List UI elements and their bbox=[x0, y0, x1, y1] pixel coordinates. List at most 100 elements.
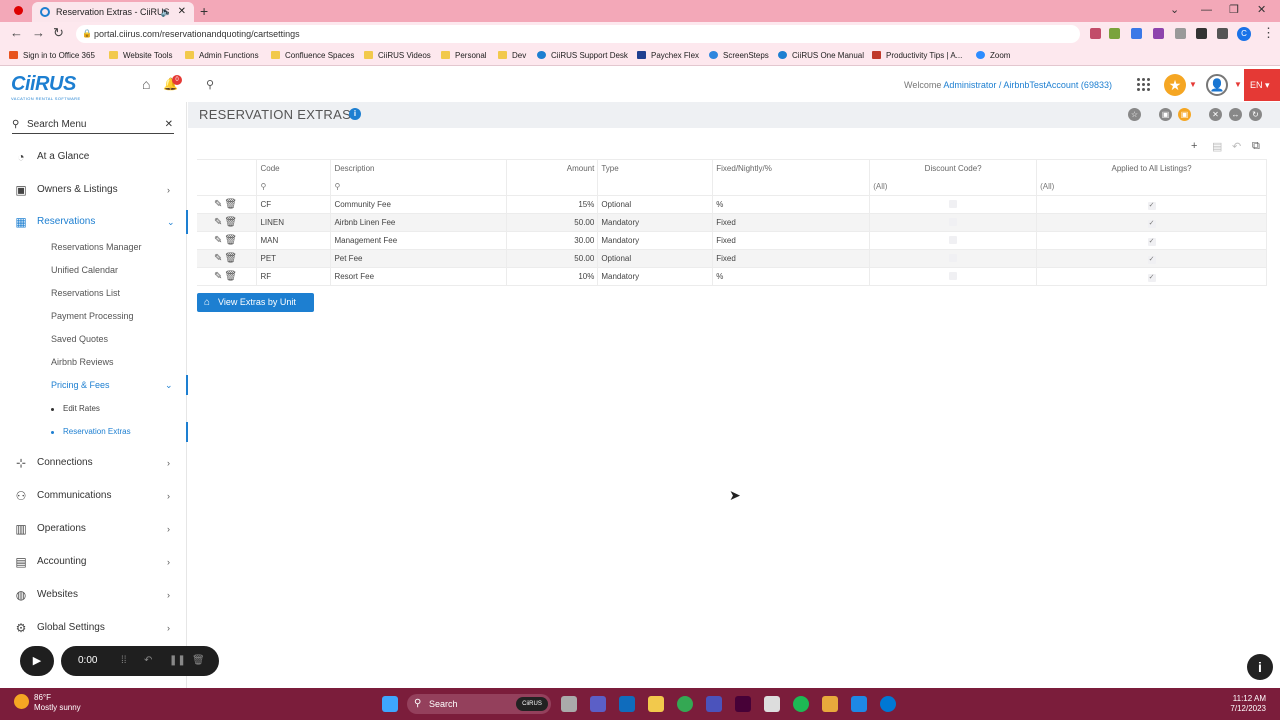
bookmark-office365[interactable]: Sign in to Office 365 bbox=[9, 46, 95, 66]
ciirus-logo[interactable]: CiiRUS VACATION RENTAL SOFTWARE bbox=[11, 73, 99, 101]
filter-code[interactable]: ⚲ bbox=[256, 177, 332, 196]
tab-search-chevron-icon[interactable]: ⌄ bbox=[1170, 0, 1179, 20]
refresh-icon[interactable]: ↻ bbox=[1249, 108, 1262, 121]
minimize-button[interactable]: — bbox=[1201, 0, 1212, 20]
help-info-icon[interactable]: i bbox=[1247, 654, 1273, 680]
browser-menu-icon[interactable]: ⋮ bbox=[1262, 25, 1275, 41]
sidebar-subsub-reservation-extras[interactable]: Reservation Extras bbox=[0, 422, 188, 442]
bookmark-support-desk[interactable]: CiiRUS Support Desk bbox=[537, 46, 628, 66]
sidebar-item-connections[interactable]: ⊹ Connections › bbox=[0, 451, 187, 475]
bookmark-website-tools[interactable]: Website Tools bbox=[109, 46, 173, 66]
filter-discount[interactable]: (All) bbox=[869, 177, 1038, 196]
notepad-icon[interactable] bbox=[851, 696, 867, 712]
extension-2-icon[interactable] bbox=[1109, 28, 1120, 39]
side-panel-icon[interactable] bbox=[1217, 28, 1228, 39]
apps-grid-icon[interactable] bbox=[1137, 78, 1151, 92]
windows-start-icon[interactable] bbox=[382, 696, 398, 712]
file-explorer-icon[interactable] bbox=[561, 696, 577, 712]
table-row[interactable]: ✎ 🗑 MAN Management Fee 30.00 Mandatory Fi… bbox=[197, 231, 1267, 250]
new-tab-button[interactable]: + bbox=[200, 0, 208, 22]
edit-icon[interactable]: ✎ bbox=[214, 253, 222, 264]
chrome-icon[interactable] bbox=[677, 696, 693, 712]
forward-icon[interactable]: → bbox=[32, 25, 45, 40]
snipping-tool-icon[interactable] bbox=[764, 696, 780, 712]
user-dropdown-icon[interactable]: ▼ bbox=[1234, 80, 1242, 89]
filter-description[interactable]: ⚲ bbox=[330, 177, 508, 196]
extensions-puzzle-icon[interactable] bbox=[1196, 28, 1207, 39]
weather-widget[interactable]: 86°F Mostly sunny bbox=[14, 693, 81, 713]
window-close-button[interactable]: ✕ bbox=[1257, 0, 1266, 20]
sidebar-item-at-a-glance[interactable]: ◔ At a Glance bbox=[0, 145, 187, 169]
edit-icon[interactable]: ✎ bbox=[214, 235, 222, 246]
save-layout-icon[interactable]: ▣ bbox=[1159, 108, 1172, 121]
table-row[interactable]: ✎ 🗑 PET Pet Fee 50.00 Optional Fixed ✓ bbox=[197, 249, 1267, 268]
reload-icon[interactable]: ↻ bbox=[53, 25, 64, 41]
save-row-icon[interactable]: ▤ bbox=[1212, 140, 1222, 153]
undo-icon[interactable]: ↶ bbox=[1232, 140, 1241, 153]
teams-icon[interactable] bbox=[706, 696, 722, 712]
star-dropdown-icon[interactable]: ▼ bbox=[1189, 80, 1197, 89]
url-field[interactable]: 🔒 portal.ciirus.com/reservationandquotin… bbox=[76, 25, 1080, 43]
teams-chat-icon[interactable] bbox=[590, 696, 606, 712]
trash-icon[interactable]: 🗑 bbox=[192, 646, 205, 676]
column-header-type[interactable]: Type bbox=[597, 159, 714, 178]
export-icon[interactable]: ⧉ bbox=[1252, 140, 1260, 153]
tab-close-icon[interactable]: ✕ bbox=[178, 2, 186, 22]
sidebar-sub-reservations-list[interactable]: Reservations List bbox=[0, 283, 187, 303]
bookmark-screensteps[interactable]: ScreenSteps bbox=[709, 46, 769, 66]
bookmark-confluence[interactable]: Confluence Spaces bbox=[271, 46, 354, 66]
paint-icon[interactable] bbox=[822, 696, 838, 712]
bookmark-personal[interactable]: Personal bbox=[441, 46, 487, 66]
undo-icon[interactable]: ↶ bbox=[144, 646, 152, 676]
bookmark-zoom[interactable]: Zoom bbox=[976, 46, 1010, 66]
taskbar-search[interactable]: ⚲ Search CiiRUS bbox=[407, 694, 551, 714]
sidebar-sub-saved-quotes[interactable]: Saved Quotes bbox=[0, 329, 187, 349]
grid-icon[interactable]: ⁞⁞ bbox=[121, 646, 127, 676]
bookmark-admin-functions[interactable]: Admin Functions bbox=[185, 46, 259, 66]
edge-sync-icon[interactable] bbox=[880, 696, 896, 712]
adobe-xd-icon[interactable] bbox=[735, 696, 751, 712]
filter-fixed[interactable] bbox=[712, 177, 871, 196]
back-icon[interactable]: ← bbox=[10, 25, 23, 40]
edit-icon[interactable]: ✎ bbox=[214, 217, 222, 228]
home-icon[interactable]: ⌂ bbox=[142, 76, 150, 92]
favorites-star-icon[interactable]: ★ bbox=[1164, 74, 1186, 96]
sidebar-sub-reservations-manager[interactable]: Reservations Manager bbox=[0, 237, 187, 257]
sidebar-item-communications[interactable]: ⚇ Communications › bbox=[0, 484, 187, 508]
camera-icon[interactable] bbox=[1175, 28, 1186, 39]
expand-icon[interactable]: ↔ bbox=[1229, 108, 1242, 121]
pause-icon[interactable]: ❚❚ bbox=[169, 646, 186, 676]
maximize-button[interactable]: ❐ bbox=[1229, 0, 1239, 20]
sidebar-sub-unified-calendar[interactable]: Unified Calendar bbox=[0, 260, 187, 280]
edit-icon[interactable]: ✎ bbox=[214, 199, 222, 210]
bookmark-productivity[interactable]: Productivity Tips | A... bbox=[872, 46, 962, 66]
sidebar-item-global-settings[interactable]: ⚙ Global Settings › bbox=[0, 616, 187, 640]
clear-search-icon[interactable]: ✕ bbox=[165, 118, 173, 132]
column-header-discount[interactable]: Discount Code? bbox=[869, 159, 1038, 178]
table-row[interactable]: ✎ 🗑 LINEN Airbnb Linen Fee 50.00 Mandator… bbox=[197, 213, 1267, 232]
delete-icon[interactable]: 🗑 bbox=[224, 217, 237, 228]
filter-type[interactable] bbox=[597, 177, 714, 196]
extension-1-icon[interactable] bbox=[1090, 28, 1101, 39]
view-extras-by-unit-button[interactable]: ⌂ View Extras by Unit bbox=[197, 293, 314, 312]
delete-icon[interactable]: 🗑 bbox=[224, 235, 237, 246]
filter-amount[interactable] bbox=[506, 177, 599, 196]
column-header-code[interactable]: Code bbox=[256, 159, 332, 178]
column-header-amount[interactable]: Amount bbox=[506, 159, 599, 178]
system-clock[interactable]: 11:12 AM 7/12/2023 bbox=[1226, 694, 1266, 714]
header-search-icon[interactable]: ⚲ bbox=[206, 78, 214, 91]
table-row[interactable]: ✎ 🗑 RF Resort Fee 10% Mandatory % ✓ bbox=[197, 267, 1267, 286]
delete-icon[interactable]: 🗑 bbox=[224, 199, 237, 210]
outlook-icon[interactable] bbox=[619, 696, 635, 712]
account-link[interactable]: Administrator / AirbnbTestAccount (69833… bbox=[943, 80, 1112, 90]
user-profile-icon[interactable]: 👤 bbox=[1206, 74, 1228, 96]
filter-applied[interactable]: (All) bbox=[1036, 177, 1267, 196]
browser-tab[interactable]: Reservation Extras - CiiRUS 🔈 ✕ bbox=[32, 2, 194, 22]
bookmark-paychex[interactable]: Paychex Flex bbox=[637, 46, 699, 66]
sidebar-item-accounting[interactable]: ▤ Accounting › bbox=[0, 550, 187, 574]
sidebar-sub-payment-processing[interactable]: Payment Processing bbox=[0, 306, 187, 326]
spotify-icon[interactable] bbox=[793, 696, 809, 712]
bookmark-dev[interactable]: Dev bbox=[498, 46, 526, 66]
menu-search-input[interactable]: ⚲ Search Menu ✕ bbox=[12, 118, 174, 134]
camera-toggle-button[interactable]: ▶ bbox=[20, 646, 54, 676]
